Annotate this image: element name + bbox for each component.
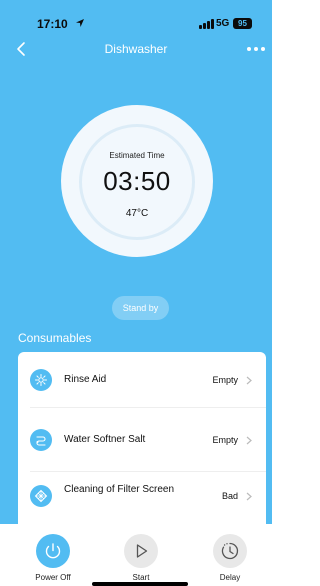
filter-icon [30,485,52,507]
consumable-label: Water Softner Salt [64,434,146,445]
power-button[interactable] [36,534,70,568]
sparkle-icon [30,369,52,391]
page-title: Dishwasher [104,42,168,56]
play-icon [124,534,158,568]
more-options-icon[interactable] [247,47,267,53]
consumable-label: Cleaning of Filter Screen [64,484,175,495]
estimated-time-value: 03:50 [103,166,171,196]
delay-label: Delay [219,573,241,582]
status-time: 17:10 [37,17,68,31]
start-label: Start [132,573,150,582]
chevron-right-icon [246,436,252,445]
temperature-value: 47°C [125,208,149,219]
consumable-row-rinse-aid[interactable]: Rinse Aid Empty [18,352,266,408]
power-icon [36,534,70,568]
consumable-status: Empty [212,435,238,445]
status-bar: 17:10 5G 95 [0,0,272,40]
consumable-label: Rinse Aid [64,374,107,385]
power-label: Power Off [35,573,71,582]
chevron-right-icon [246,492,252,501]
consumable-status: Empty [212,375,238,385]
salt-icon [30,429,52,451]
status-badge: Stand by [112,296,169,320]
home-indicator [92,582,188,586]
estimated-time-label: Estimated Time [109,151,165,160]
location-arrow-icon [76,19,84,27]
battery-icon: 95 [233,18,252,29]
delay-button[interactable] [213,534,247,568]
consumables-card: Rinse Aid Empty Water Softner Salt Empty… [18,352,266,524]
network-type: 5G [216,18,230,29]
consumable-status: Bad [221,491,238,501]
consumable-row-water-softener-salt[interactable]: Water Softner Salt Empty [18,408,266,472]
consumables-title: Consumables [18,331,92,345]
start-button[interactable] [124,534,158,568]
timer-icon [213,534,247,568]
signal-icon [199,19,214,29]
consumable-row-filter-screen[interactable]: Cleaning of Filter Screen Bad [18,472,266,524]
chevron-right-icon [246,376,252,385]
